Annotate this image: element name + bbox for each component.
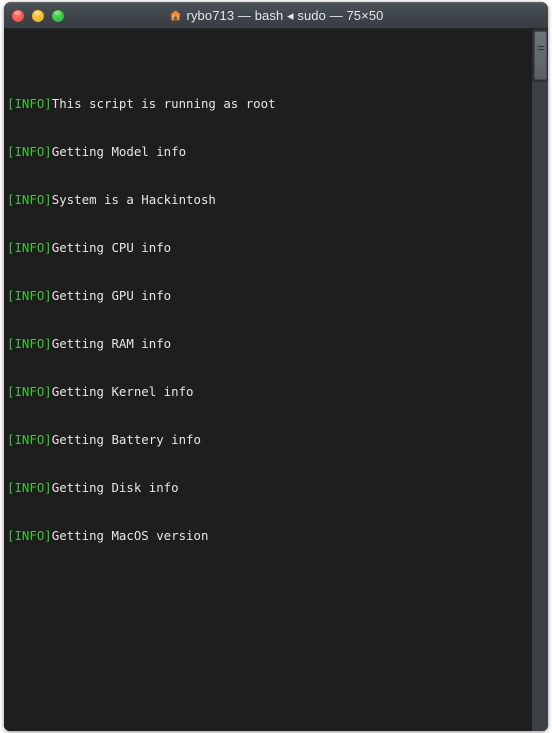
zoom-button[interactable] (52, 9, 64, 22)
log-line: [INFO]Getting RAM info (7, 336, 531, 352)
info-tag: [INFO] (7, 192, 52, 207)
log-text: System is a Hackintosh (51, 192, 216, 207)
scrollbar-grip-icon (537, 46, 544, 52)
info-tag: [INFO] (7, 144, 52, 159)
info-tag: [INFO] (7, 528, 52, 543)
log-line: [INFO]Getting MacOS version (7, 528, 531, 544)
log-line: [INFO]Getting GPU info (7, 288, 531, 304)
info-tag: [INFO] (7, 240, 52, 255)
log-text: This script is running as root (51, 96, 276, 111)
minimize-button[interactable] (32, 9, 44, 22)
window-title: rybo713 — bash ◂ sudo — 75×50 (4, 8, 548, 24)
terminal-output[interactable]: [INFO]This script is running as root [IN… (4, 29, 531, 731)
log-text: Getting Battery info (51, 432, 201, 447)
ascii-banner: __ __ __ ______ __ / / / /___ _______ __… (7, 688, 531, 731)
info-tag: [INFO] (7, 384, 52, 399)
log-line: [INFO]Getting Battery info (7, 432, 531, 448)
log-text: Getting MacOS version (51, 528, 209, 543)
info-tag: [INFO] (7, 480, 52, 495)
log-line: [INFO]Getting Model info (7, 144, 531, 160)
house-icon (169, 10, 181, 21)
scrollbar-thumb[interactable] (534, 31, 547, 80)
log-line: [INFO]Getting CPU info (7, 240, 531, 256)
log-text: Getting RAM info (51, 336, 172, 351)
ascii-art-line: __ __ __ ______ __ (7, 720, 500, 731)
log-line: [INFO]System is a Hackintosh (7, 192, 531, 208)
log-line: [INFO]This script is running as root (7, 96, 531, 112)
log-line: [INFO]Getting Kernel info (7, 384, 531, 400)
log-line: [INFO]Getting Disk info (7, 480, 531, 496)
log-text: Getting GPU info (51, 288, 172, 303)
log-text: Getting Model info (51, 144, 187, 159)
traffic-light-group (12, 3, 64, 28)
info-log-block: [INFO]This script is running as root [IN… (7, 64, 531, 576)
vertical-scrollbar[interactable] (531, 29, 548, 731)
info-tag: [INFO] (7, 336, 52, 351)
terminal-body: [INFO]This script is running as root [IN… (4, 29, 548, 731)
log-text: Getting Kernel info (51, 384, 194, 399)
close-button[interactable] (12, 9, 24, 22)
terminal-window: rybo713 — bash ◂ sudo — 75×50 [INFO]This… (4, 2, 548, 731)
log-text: Getting CPU info (51, 240, 172, 255)
window-title-text: rybo713 — bash ◂ sudo — 75×50 (186, 7, 384, 23)
scrollbar-track[interactable] (532, 82, 548, 731)
log-text: Getting Disk info (51, 480, 179, 495)
window-titlebar[interactable]: rybo713 — bash ◂ sudo — 75×50 (4, 2, 548, 29)
info-tag: [INFO] (7, 96, 52, 111)
info-tag: [INFO] (7, 288, 52, 303)
info-tag: [INFO] (7, 432, 52, 447)
